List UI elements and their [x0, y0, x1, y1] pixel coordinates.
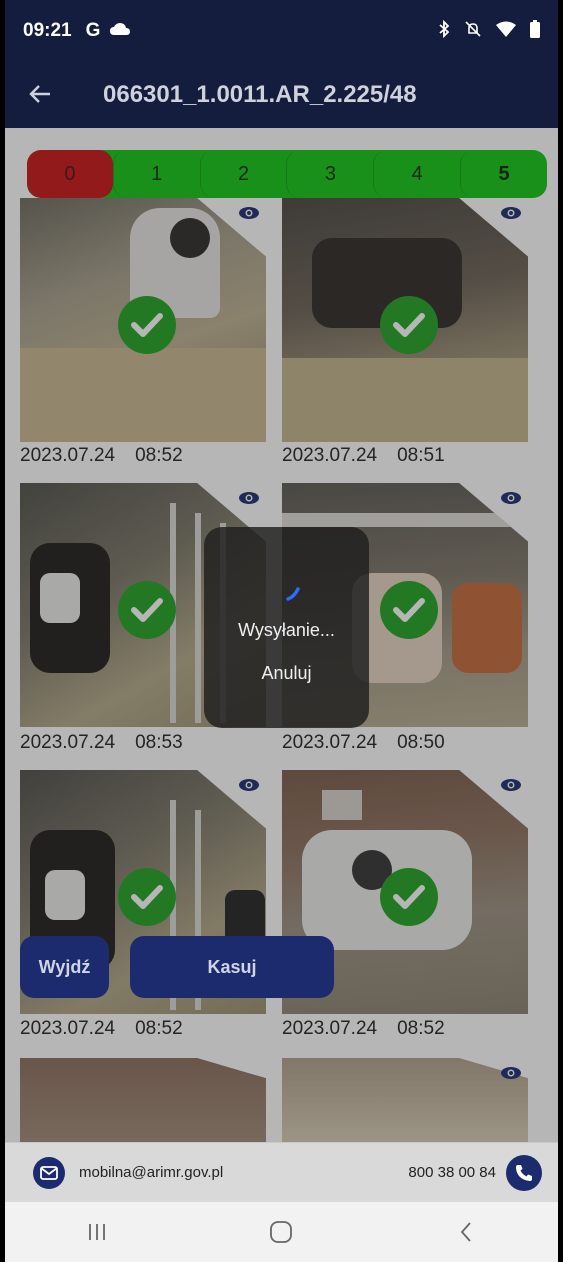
mute-icon	[464, 20, 482, 43]
upload-status-text: Wysyłanie...	[238, 620, 335, 640]
cancel-upload-button[interactable]: Anuluj	[204, 663, 369, 684]
phone-screen: 09:21 G 066301_1.0011.AR_2.225/48 0 1 2 …	[5, 0, 558, 1262]
bluetooth-icon	[438, 19, 450, 43]
page-title: 066301_1.0011.AR_2.225/48	[103, 81, 417, 108]
status-icons	[438, 19, 540, 43]
contact-footer: mobilna@arimr.gov.pl 800 38 00 84	[5, 1142, 558, 1202]
back-button[interactable]	[436, 1212, 496, 1252]
status-time: 09:21	[23, 20, 72, 41]
system-nav-bar	[5, 1202, 558, 1262]
mail-icon[interactable]	[33, 1156, 65, 1189]
delete-button[interactable]: Kasuj	[130, 936, 334, 998]
exit-button[interactable]: Wyjdź	[20, 936, 109, 998]
spinner-icon	[286, 587, 306, 606]
app-bar: 066301_1.0011.AR_2.225/48	[5, 62, 558, 128]
google-icon: G	[85, 20, 101, 41]
status-bar: 09:21 G	[5, 0, 558, 62]
contact-email[interactable]: mobilna@arimr.gov.pl	[79, 1164, 223, 1181]
battery-icon	[530, 19, 540, 43]
upload-progress-dialog: Wysyłanie... Anuluj	[204, 527, 369, 728]
contact-phone[interactable]: 800 38 00 84	[408, 1164, 496, 1181]
home-button[interactable]	[251, 1212, 311, 1252]
back-arrow-icon[interactable]	[5, 78, 75, 112]
cloud-icon	[110, 22, 131, 40]
recent-apps-button[interactable]	[67, 1212, 127, 1252]
phone-icon[interactable]	[506, 1154, 542, 1191]
wifi-icon	[496, 21, 516, 42]
